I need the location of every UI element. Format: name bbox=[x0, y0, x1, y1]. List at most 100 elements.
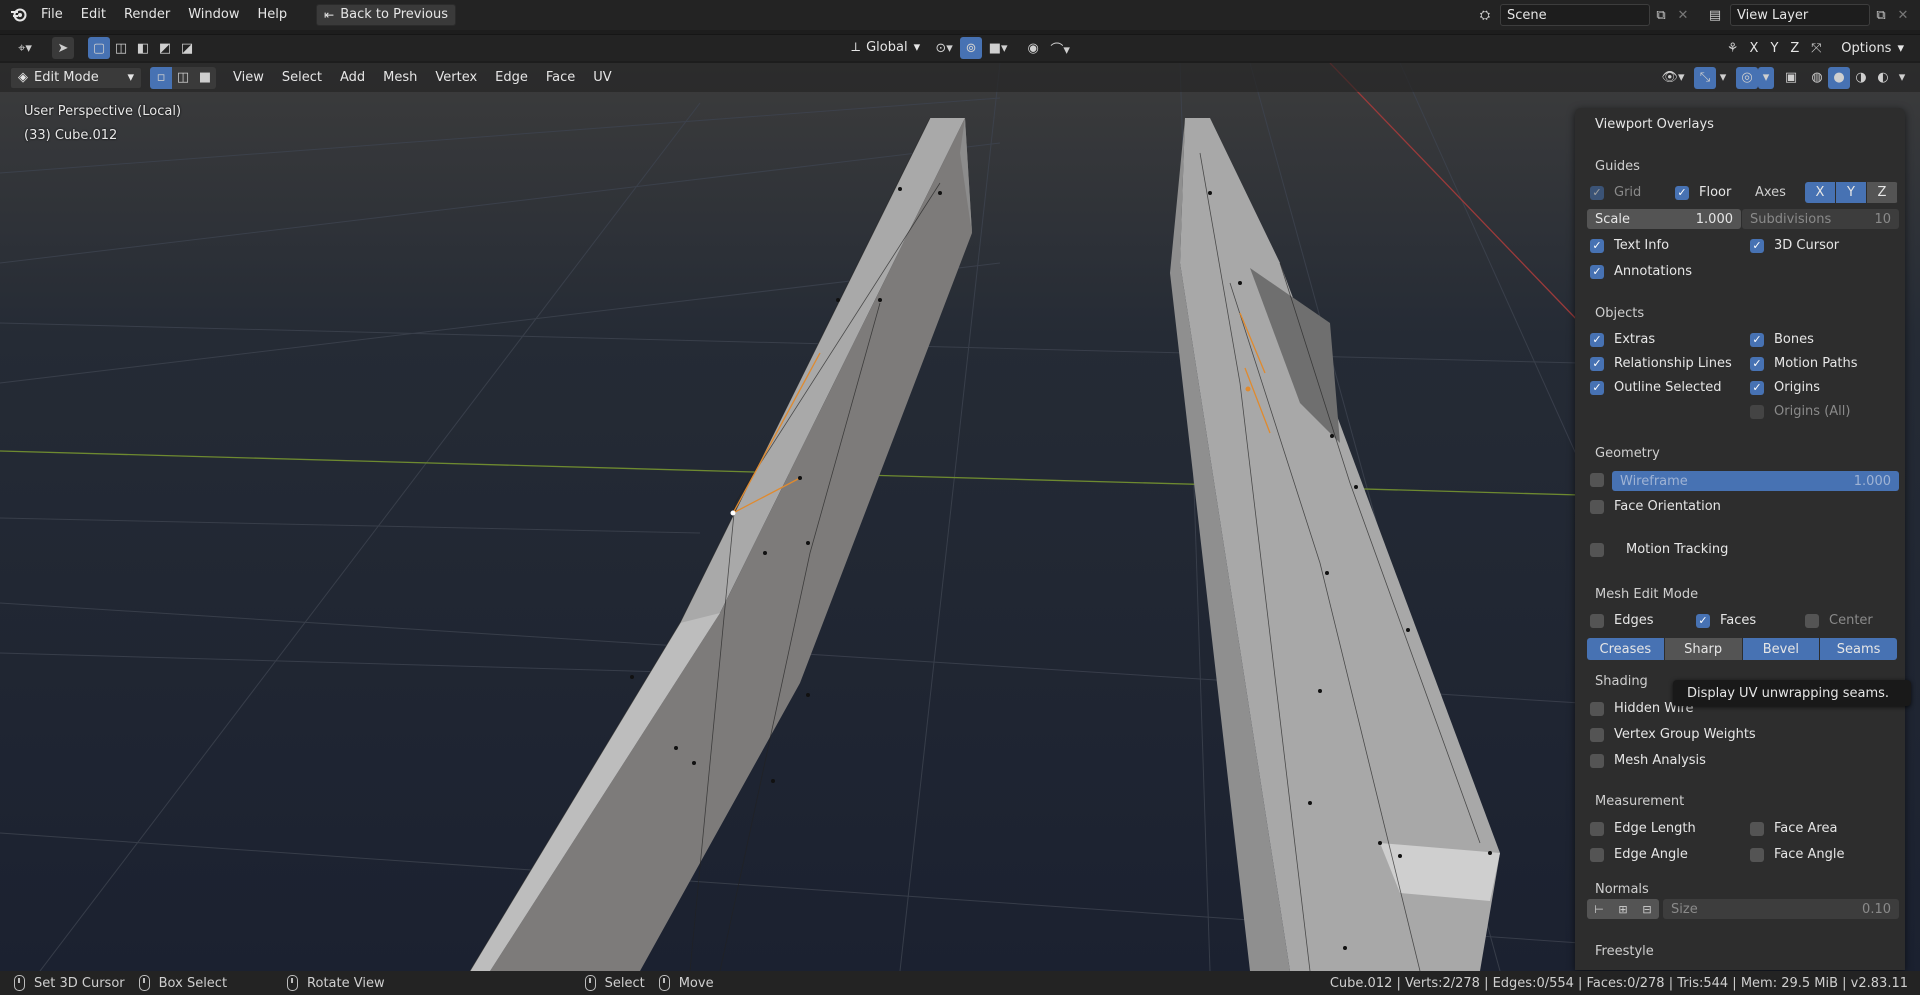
text-info-checkbox[interactable]: ✓ bbox=[1590, 238, 1604, 253]
bones-checkbox[interactable]: ✓ bbox=[1750, 332, 1764, 347]
text-info-toggle[interactable]: ✓ Text Info bbox=[1590, 238, 1669, 253]
new-view-layer-icon[interactable]: ⧉ bbox=[1870, 4, 1892, 26]
menu-face[interactable]: Face bbox=[537, 67, 584, 89]
split-normals-icon[interactable]: ⊞ bbox=[1611, 899, 1635, 919]
floor-toggle[interactable]: ✓ Floor bbox=[1675, 185, 1731, 200]
motion-tracking-toggle[interactable]: Motion Tracking bbox=[1590, 542, 1728, 557]
snap-target-icon[interactable]: ■▾ bbox=[982, 37, 1014, 59]
menu-uv[interactable]: UV bbox=[584, 67, 620, 89]
extras-toggle[interactable]: ✓ Extras bbox=[1590, 332, 1655, 347]
motion-tracking-checkbox[interactable] bbox=[1590, 542, 1604, 557]
relationship-lines-toggle[interactable]: ✓ Relationship Lines bbox=[1590, 356, 1732, 371]
grid-toggle[interactable]: ✓ Grid bbox=[1590, 185, 1641, 200]
menu-select[interactable]: Select bbox=[273, 67, 331, 89]
mode-dropdown[interactable]: ◈ Edit Mode ▾ bbox=[10, 66, 142, 89]
menu-file[interactable]: File bbox=[32, 4, 72, 26]
face-angle-toggle[interactable]: Face Angle bbox=[1750, 847, 1845, 862]
outline-selected-toggle[interactable]: ✓ Outline Selected bbox=[1590, 380, 1722, 395]
material-shading-icon[interactable]: ◑ bbox=[1850, 67, 1872, 89]
back-to-previous-button[interactable]: ⇤ Back to Previous bbox=[316, 4, 457, 26]
extras-checkbox[interactable]: ✓ bbox=[1590, 332, 1604, 347]
hidden-wire-checkbox[interactable] bbox=[1590, 701, 1604, 716]
mesh-analysis-checkbox[interactable] bbox=[1590, 753, 1604, 768]
mirror-y-toggle[interactable]: Y bbox=[1764, 37, 1784, 59]
wireframe-checkbox[interactable] bbox=[1590, 473, 1604, 487]
3d-cursor-toggle[interactable]: ✓ 3D Cursor bbox=[1750, 238, 1839, 253]
view-layer-selector-icon[interactable]: ▤ bbox=[1704, 4, 1726, 26]
scene-selector-icon[interactable]: ⛭ bbox=[1474, 4, 1496, 26]
transform-orientation-dropdown[interactable]: ⟂ Global ▾ bbox=[843, 37, 928, 59]
auto-merge-icon[interactable]: ⤧ bbox=[1805, 37, 1827, 59]
face-normals-icon[interactable]: ⊟ bbox=[1635, 899, 1659, 919]
menu-render[interactable]: Render bbox=[115, 4, 179, 26]
axis-y-toggle[interactable]: Y bbox=[1836, 182, 1867, 203]
mirror-z-toggle[interactable]: Z bbox=[1784, 37, 1805, 59]
menu-view[interactable]: View bbox=[224, 67, 273, 89]
blender-logo-icon[interactable] bbox=[6, 4, 32, 26]
xray-toggle-icon[interactable]: ▣ bbox=[1780, 67, 1802, 89]
motion-paths-checkbox[interactable]: ✓ bbox=[1750, 356, 1764, 371]
annotations-toggle[interactable]: ✓ Annotations bbox=[1590, 264, 1692, 279]
menu-add[interactable]: Add bbox=[331, 67, 374, 89]
menu-edit[interactable]: Edit bbox=[72, 4, 115, 26]
select-extend-mode-icon[interactable]: ◫ bbox=[110, 37, 132, 59]
origins-toggle[interactable]: ✓ Origins bbox=[1750, 380, 1820, 395]
menu-vertex[interactable]: Vertex bbox=[426, 67, 486, 89]
options-dropdown[interactable]: Options ▾ bbox=[1833, 37, 1912, 59]
visibility-icon[interactable]: 👁▾ bbox=[1656, 67, 1690, 89]
select-tool-icon[interactable]: ➤ bbox=[52, 37, 74, 59]
origins-checkbox[interactable]: ✓ bbox=[1750, 380, 1764, 395]
edge-length-checkbox[interactable] bbox=[1590, 821, 1604, 836]
vertex-normals-icon[interactable]: ⊢ bbox=[1587, 899, 1611, 919]
bevel-toggle[interactable]: Bevel bbox=[1742, 638, 1821, 660]
select-box-mode-icon[interactable]: ▢ bbox=[88, 37, 110, 59]
edge-length-toggle[interactable]: Edge Length bbox=[1590, 821, 1696, 836]
edges-checkbox[interactable] bbox=[1590, 613, 1604, 628]
axis-x-toggle[interactable]: X bbox=[1805, 182, 1836, 203]
menu-window[interactable]: Window bbox=[179, 4, 248, 26]
face-orientation-checkbox[interactable] bbox=[1590, 499, 1604, 514]
shading-dropdown-icon[interactable]: ▾ bbox=[1894, 67, 1910, 89]
select-invert-mode-icon[interactable]: ◩ bbox=[154, 37, 176, 59]
bones-toggle[interactable]: ✓ Bones bbox=[1750, 332, 1814, 347]
vertex-group-weights-toggle[interactable]: Vertex Group Weights bbox=[1590, 727, 1756, 742]
face-orientation-toggle[interactable]: Face Orientation bbox=[1590, 499, 1721, 514]
menu-help[interactable]: Help bbox=[249, 4, 297, 26]
normals-size-field[interactable]: Size 0.10 bbox=[1663, 899, 1899, 919]
face-angle-checkbox[interactable] bbox=[1750, 847, 1764, 862]
gizmo-dropdown-icon[interactable]: ▾ bbox=[1716, 67, 1730, 89]
overlays-toggle-icon[interactable]: ◎ bbox=[1736, 66, 1758, 89]
vertex-select-mode-icon[interactable]: ▫ bbox=[150, 66, 172, 89]
center-checkbox[interactable] bbox=[1805, 613, 1819, 628]
mirror-icon[interactable]: ⚘ bbox=[1722, 37, 1744, 59]
motion-paths-toggle[interactable]: ✓ Motion Paths bbox=[1750, 356, 1858, 371]
delete-scene-icon[interactable]: ✕ bbox=[1672, 4, 1694, 26]
floor-checkbox[interactable]: ✓ bbox=[1675, 185, 1689, 200]
scale-field[interactable]: Scale 1.000 bbox=[1587, 209, 1741, 229]
axis-z-toggle[interactable]: Z bbox=[1867, 182, 1898, 203]
wireframe-slider[interactable]: Wireframe 1.000 bbox=[1612, 471, 1899, 491]
wireframe-shading-icon[interactable]: ◍ bbox=[1806, 67, 1828, 89]
edge-select-mode-icon[interactable]: ◫ bbox=[172, 66, 194, 89]
rendered-shading-icon[interactable]: ◐ bbox=[1872, 67, 1894, 89]
subdivisions-field[interactable]: Subdivisions 10 bbox=[1742, 209, 1899, 229]
sharp-toggle[interactable]: Sharp bbox=[1664, 638, 1743, 660]
relationship-lines-checkbox[interactable]: ✓ bbox=[1590, 356, 1604, 371]
menu-mesh[interactable]: Mesh bbox=[374, 67, 426, 89]
center-toggle[interactable]: Center bbox=[1805, 613, 1873, 628]
seams-toggle[interactable]: Seams bbox=[1820, 638, 1897, 660]
face-select-mode-icon[interactable]: ■ bbox=[194, 66, 216, 89]
edge-angle-toggle[interactable]: Edge Angle bbox=[1590, 847, 1688, 862]
editor-type-icon[interactable]: ⌖▾ bbox=[8, 37, 42, 59]
pivot-point-icon[interactable]: ⊙▾ bbox=[928, 37, 960, 59]
new-scene-icon[interactable]: ⧉ bbox=[1650, 4, 1672, 26]
mirror-x-toggle[interactable]: X bbox=[1744, 37, 1765, 59]
select-intersect-mode-icon[interactable]: ◪ bbox=[176, 37, 198, 59]
menu-edge[interactable]: Edge bbox=[486, 67, 537, 89]
outline-selected-checkbox[interactable]: ✓ bbox=[1590, 380, 1604, 395]
snap-toggle-icon[interactable]: ⊚ bbox=[960, 37, 983, 59]
origins-all-checkbox[interactable] bbox=[1750, 404, 1764, 419]
proportional-edit-icon[interactable]: ◉ bbox=[1022, 37, 1044, 59]
delete-view-layer-icon[interactable]: ✕ bbox=[1892, 4, 1914, 26]
solid-shading-icon[interactable]: ● bbox=[1828, 66, 1850, 89]
